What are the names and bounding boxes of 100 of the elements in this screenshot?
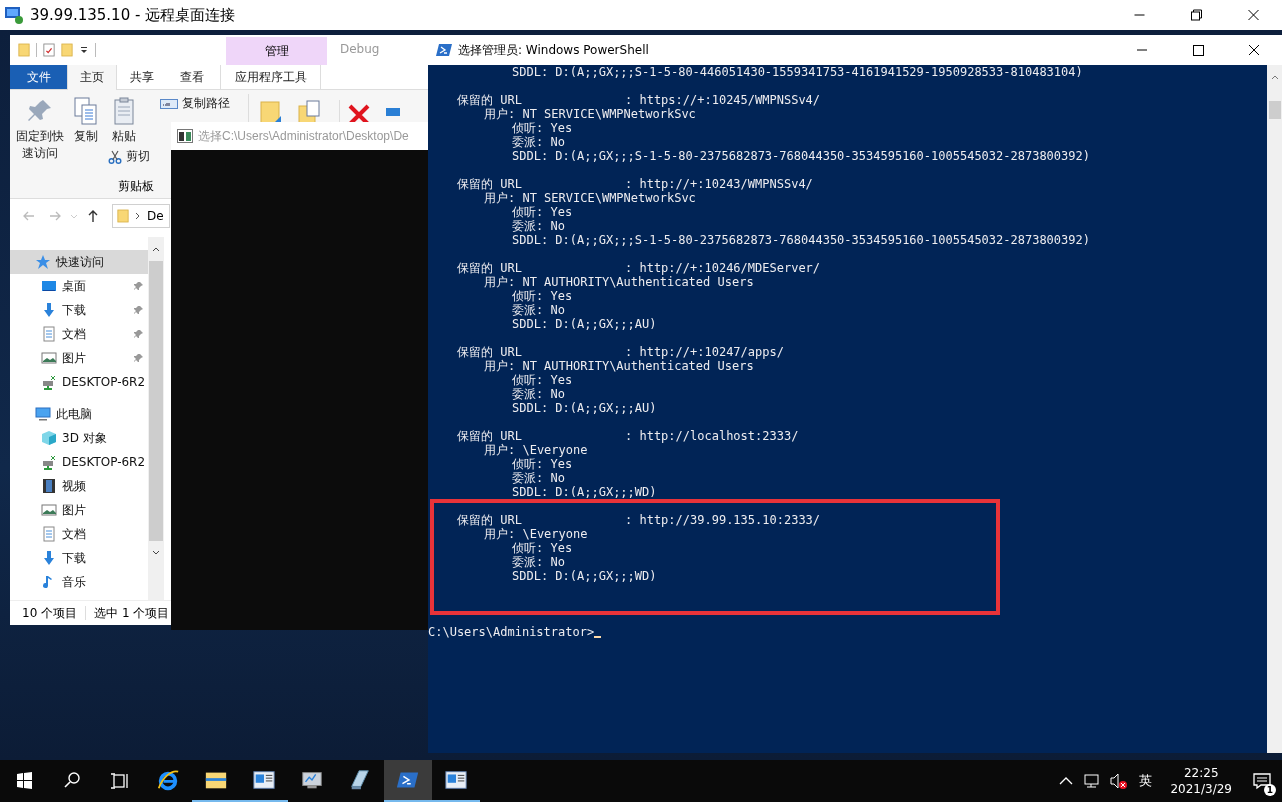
ribbon-tab[interactable]: 主页: [67, 65, 117, 90]
chevron-right-icon: [135, 212, 141, 220]
command-prompt: C:\Users\Administrator>: [428, 625, 595, 639]
powershell-icon: [436, 43, 452, 57]
ribbon-tab[interactable]: 应用程序工具: [220, 65, 321, 89]
console-text: : http://+:10246/MDEServer/: [625, 261, 821, 275]
sidebar-item[interactable]: 文档: [10, 522, 148, 546]
dropdown-icon[interactable]: [79, 45, 89, 55]
console-text: 侦听: Yes: [512, 205, 573, 219]
scissors-icon: [108, 149, 122, 164]
console-text: SDDL: D:(A;;GX;;;WD): [512, 569, 657, 583]
selection-count: 选中 1 个项目: [94, 604, 170, 622]
console-text: SDDL: D:(A;;GX;;;S-1-5-80-446051430-1559341753-4161941529-1950928533-810483104): [512, 65, 1083, 79]
window-title: 选择管理员: Windows PowerShell: [458, 41, 649, 59]
desktop-icon: [41, 278, 57, 294]
sidebar-item[interactable]: 下载: [10, 546, 148, 570]
app-icon: [444, 768, 468, 792]
scroll-down-icon[interactable]: [151, 549, 161, 557]
paste-button[interactable]: 粘贴: [106, 94, 142, 147]
console-text: SDDL: D:(A;;GX;;;WD): [512, 485, 657, 499]
scroll-up-icon[interactable]: [151, 245, 161, 253]
pin-icon[interactable]: [134, 353, 144, 363]
docs-icon: [41, 326, 57, 342]
file-menu-tab[interactable]: 文件: [10, 65, 67, 89]
speaker-icon[interactable]: [1108, 771, 1129, 791]
sidebar-item[interactable]: 视频: [10, 474, 148, 498]
sidebar-item[interactable]: 文档: [10, 322, 148, 346]
notification-icon[interactable]: [1252, 771, 1272, 791]
console-text: 侦听: Yes: [512, 121, 573, 135]
network-icon: [41, 454, 57, 470]
console-text: 用户: NT AUTHORITY\Authenticated Users: [484, 359, 754, 373]
properties-icon[interactable]: [43, 42, 55, 58]
cut-button[interactable]: 剪切: [106, 147, 152, 166]
console-text: : https://+:10245/WMPNSSv4/: [625, 93, 821, 107]
console-text: 保留的 URL: [457, 429, 523, 443]
console-icon: [177, 129, 193, 143]
console-text: 保留的 URL: [457, 261, 523, 275]
sidebar-item[interactable]: 此电脑: [10, 402, 148, 426]
console-text: SDDL: D:(A;;GX;;;AU): [512, 401, 657, 415]
console-text: 用户: \Everyone: [484, 527, 588, 541]
console-text: SDDL: D:(A;;GX;;;AU): [512, 317, 657, 331]
console-text: 委派: No: [512, 303, 565, 317]
pictures-icon: [41, 502, 57, 518]
context-group-label: 管理: [226, 37, 327, 65]
console-text: 用户: NT AUTHORITY\Authenticated Users: [484, 275, 754, 289]
pin-icon[interactable]: [134, 305, 144, 315]
console-text: : http://+:10247/apps/: [625, 345, 784, 359]
window-title: 选择C:\Users\Administrator\Desktop\De: [198, 127, 409, 145]
group-label: 剪贴板: [118, 178, 154, 195]
sidebar-item[interactable]: 图片: [10, 498, 148, 522]
console-text: 委派: No: [512, 387, 565, 401]
console-text: : http://+:10243/WMPNSSv4/: [625, 177, 813, 191]
sidebar-item[interactable]: DESKTOP-6R2: [10, 370, 148, 394]
monitor-icon: [4, 5, 24, 25]
sidebar-item[interactable]: 音乐: [10, 570, 148, 594]
console-text: 委派: No: [512, 471, 565, 485]
download-icon: [41, 302, 57, 318]
scroll-up-icon[interactable]: [1269, 73, 1280, 81]
clock[interactable]: 22:25 2021/3/29: [1170, 765, 1232, 797]
network-icon: [41, 374, 57, 390]
scrollbar[interactable]: [1267, 65, 1282, 753]
console-text: 侦听: Yes: [512, 373, 573, 387]
console-text: 侦听: Yes: [512, 289, 573, 303]
copy-path-button[interactable]: 复制路径: [158, 94, 232, 113]
console-text: 保留的 URL: [457, 93, 523, 107]
console-text: 用户: NT SERVICE\WMPNetworkSvc: [484, 191, 696, 205]
app-icon: [252, 768, 276, 792]
scrollbar[interactable]: [148, 237, 164, 600]
pin-icon[interactable]: [134, 329, 144, 339]
star-icon: [35, 254, 51, 270]
folder-icon: [117, 208, 129, 224]
console-text: 用户: \Everyone: [484, 443, 588, 457]
console-text: SDDL: D:(A;;GX;;;S-1-5-80-2375682873-768044350-3534595160-1005545032-2873800392): [512, 233, 1090, 247]
pin-icon[interactable]: [134, 281, 144, 291]
up-arrow-icon[interactable]: [86, 209, 100, 223]
sidebar-item[interactable]: 3D 对象: [10, 426, 148, 450]
sidebar-item[interactable]: 桌面: [10, 274, 148, 298]
scroll-thumb[interactable]: [1268, 101, 1281, 119]
console-text: 侦听: Yes: [512, 541, 573, 555]
download-icon: [41, 550, 57, 566]
console-text: 保留的 URL: [457, 513, 523, 527]
console-text: 保留的 URL: [457, 345, 523, 359]
console-text: 委派: No: [512, 135, 565, 149]
cube-icon: [41, 430, 57, 446]
input-method-indicator[interactable]: 英: [1139, 772, 1153, 790]
sidebar-item[interactable]: 图片: [10, 346, 148, 370]
console-text: SDDL: D:(A;;GX;;;S-1-5-80-2375682873-768044350-3534595160-1005545032-2873800392): [512, 149, 1090, 163]
window-title: Debug: [340, 42, 380, 56]
console-text: : http://39.99.135.10:2333/: [625, 513, 821, 527]
copy-button[interactable]: 复制: [68, 94, 104, 147]
sidebar-item[interactable]: DESKTOP-6R2: [10, 450, 148, 474]
console-text: 委派: No: [512, 555, 565, 569]
notification-count: 1: [1264, 784, 1276, 796]
pin-button[interactable]: 固定到快速访问: [14, 94, 66, 164]
sidebar-item[interactable]: 快速访问: [10, 250, 148, 274]
console-text: 保留的 URL: [457, 177, 523, 191]
address-bar[interactable]: De: [112, 204, 170, 228]
sidebar-item[interactable]: 下载: [10, 298, 148, 322]
window-title: 39.99.135.10 - 远程桌面连接: [30, 5, 236, 25]
console-text: 用户: NT SERVICE\WMPNetworkSvc: [484, 107, 696, 121]
